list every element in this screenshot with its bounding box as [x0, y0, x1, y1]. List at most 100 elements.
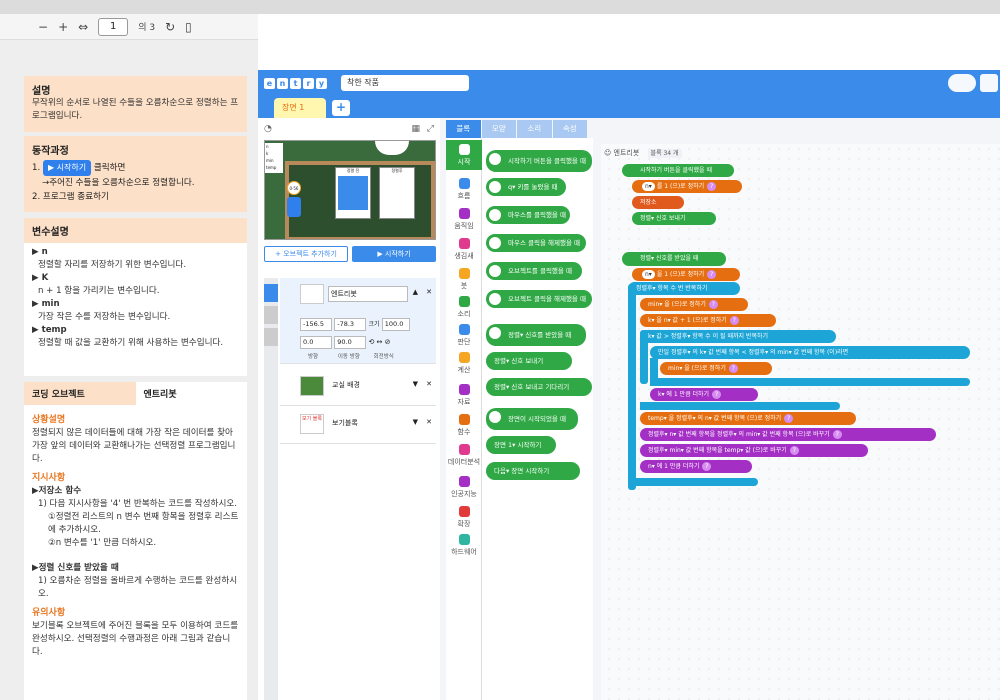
desc-section: 설명 무작위의 순서로 나열된 수들을 오름차순으로 정렬하는 프로그램입니다.: [24, 76, 247, 132]
code-block-repeat-outer[interactable]: 정렬후▾ 항목 수 번 반복하기: [628, 282, 740, 295]
category-calc[interactable]: 계산: [446, 352, 482, 375]
code-block-set-n-1[interactable]: n▾ 을 1 (으)로 정하기?: [632, 268, 740, 281]
category-ai[interactable]: 인공지능: [446, 476, 482, 499]
code-block-storage-function[interactable]: 저장소: [632, 196, 684, 209]
code-block-set-n[interactable]: n▾ 를 1 (으)로 정하기?: [632, 180, 742, 193]
code-block-start-clicked[interactable]: 시작하기 버튼을 클릭했을 때: [622, 164, 734, 177]
code-block-repeat-until[interactable]: k▾ 값 > 정렬후▾ 항목 수 이 될 때까지 반복하기: [640, 330, 836, 343]
direction-label: 이동 방향: [337, 354, 360, 360]
category-extension[interactable]: 확장: [446, 506, 482, 529]
code-block-set-min[interactable]: min▾ 을 (으)로 정하기?: [640, 298, 748, 311]
code-block-set-temp[interactable]: temp▾ 을 정렬후▾ 의 n▾ 값 번째 항목 (으)로 정하기?: [640, 412, 856, 425]
menu-icon[interactable]: [948, 74, 976, 92]
start-button-image: ▶ 시작하기: [42, 160, 92, 176]
code-block-set-min-temp[interactable]: 정렬후▾ min▾ 값 번째 항목을 temp▾ 값 (으)로 바꾸기?: [640, 444, 868, 457]
zoom-in-button[interactable]: +: [58, 20, 68, 34]
example-block-thumbnail: 보기 블록: [300, 414, 324, 434]
size-field[interactable]: 100.0: [381, 318, 410, 331]
code-block-set-k[interactable]: k▾ 을 n▾ 값 + 1 (으)로 정하기?: [640, 314, 776, 327]
project-name-input[interactable]: 착한 작품: [341, 75, 469, 91]
caution-title: 유의사항: [32, 608, 66, 618]
dropdown-icon[interactable]: ▼: [413, 418, 418, 426]
category-brush[interactable]: 붓: [446, 268, 482, 291]
collapse-icon[interactable]: ▲: [413, 288, 418, 296]
delete-icon[interactable]: ✕: [426, 288, 432, 296]
palette-block-start-clicked[interactable]: 시작하기 버튼을 클릭했을 때: [486, 150, 592, 172]
fit-width-icon[interactable]: ⇔: [78, 20, 88, 34]
category-motion[interactable]: 움직임: [446, 208, 482, 231]
palette-block-signal-receive[interactable]: 정렬▾ 신호를 받았을 때: [486, 324, 586, 346]
tab-sounds[interactable]: 소리: [517, 120, 552, 138]
category-function[interactable]: 함수: [446, 414, 482, 437]
delete-icon[interactable]: ✕: [426, 380, 432, 388]
object-tab-icon[interactable]: [264, 284, 278, 302]
stage-toolbar: ◔ ▦ ⤢: [264, 124, 436, 138]
y-field[interactable]: -78.3: [334, 318, 367, 331]
palette-block-next-scene[interactable]: 다음▾ 장면 시작하기: [486, 462, 580, 480]
tab-shapes[interactable]: 모양: [481, 120, 516, 138]
help-tab-icon[interactable]: [264, 306, 278, 324]
page-view-icon[interactable]: ▯: [185, 20, 192, 34]
speed-icon[interactable]: ◔: [264, 124, 272, 134]
var-k-desc: n + 1 항을 가리키는 변수입니다.: [38, 286, 160, 296]
resize-handle[interactable]: [593, 125, 601, 700]
x-field[interactable]: -156.5: [300, 318, 332, 331]
more-icon[interactable]: [980, 74, 998, 92]
instruction-2a: 1) 오름차순 정렬을 올바르게 수행하는 코드를 완성하시오.: [38, 576, 238, 599]
info-tab-icon[interactable]: [264, 328, 278, 346]
object-item-entrybot[interactable]: 엔트리봇 ▲ ✕ -156.5 -78.3 크기 100.0 0.0 90.0 …: [280, 278, 436, 364]
fullscreen-icon[interactable]: ⤢: [427, 124, 434, 134]
code-workspace[interactable]: ☺ 엔트리봇 블록 34 개 시작하기 버튼을 클릭했을 때 n▾ 를 1 (으)…: [594, 144, 1000, 700]
category-start[interactable]: 시작: [446, 140, 482, 170]
category-judge[interactable]: 판단: [446, 324, 482, 347]
rotation-field[interactable]: 0.0: [300, 336, 332, 349]
object-item-classroom[interactable]: 교실 배경 ▼ ✕: [280, 368, 436, 406]
palette-block-mouse-release[interactable]: 마우스 클릭을 해제했을 때: [486, 234, 586, 252]
dropdown-icon[interactable]: ▼: [413, 380, 418, 388]
object-name-field[interactable]: 엔트리봇: [328, 286, 408, 302]
palette-block-key-pressed[interactable]: q▾ 키를 눌렀을 때: [486, 178, 566, 196]
step-1-text: 클릭하면: [93, 163, 126, 173]
rotate-icon[interactable]: ↻: [165, 20, 175, 34]
category-flow[interactable]: 흐름: [446, 178, 482, 201]
block-categories: 시작 흐름 움직임 생김새 붓 소리 판단 계산 자료 함수 데이터분석 인공지…: [446, 138, 482, 700]
entrybot-sprite[interactable]: 0·56: [287, 181, 301, 195]
category-data[interactable]: 자료: [446, 384, 482, 407]
tab-entrybot[interactable]: 엔트리봇: [135, 382, 247, 405]
palette-block-scene-started[interactable]: 장면이 시작되었을 때: [486, 408, 578, 430]
process-step-2: 2. 프로그램 종료하기: [32, 192, 109, 202]
code-block-set-min-k[interactable]: min▾ 을 (으)로 정하기?: [660, 362, 772, 375]
stage-canvas[interactable]: 정렬 전 정렬후 n k min temp 0·56: [264, 140, 436, 240]
zoom-out-button[interactable]: −: [38, 20, 48, 34]
category-hardware[interactable]: 하드웨어: [446, 534, 482, 557]
code-block-add-k[interactable]: k▾ 에 1 만큼 더하기?: [650, 388, 758, 401]
direction-field[interactable]: 90.0: [334, 336, 367, 349]
rotate-mode-icon[interactable]: ⟲ ↔ ⊘: [368, 338, 390, 346]
tab-properties[interactable]: 속성: [552, 120, 587, 138]
category-data-analysis[interactable]: 데이터분석: [446, 444, 482, 467]
flag-decoration: [375, 141, 409, 155]
palette-block-start-scene[interactable]: 장면 1▾ 시작하기: [486, 436, 556, 454]
object-item-example-block[interactable]: 보기 블록 보기블록 ▼ ✕: [280, 406, 436, 444]
code-block-add-n[interactable]: n▾ 에 1 만큼 더하기?: [640, 460, 752, 473]
page-number-input[interactable]: 1: [98, 17, 129, 36]
tab-scene-1[interactable]: 장면 1 ✕: [274, 98, 326, 132]
start-button[interactable]: ▶ 시작하기: [352, 246, 436, 262]
grid-icon[interactable]: ▦: [411, 124, 420, 134]
category-looks[interactable]: 생김새: [446, 238, 482, 261]
code-block-if[interactable]: 만일 정렬후▾ 의 k▾ 값 번째 항목 < 정렬후▾ 의 min▾ 값 번째 …: [650, 346, 970, 359]
tab-blocks[interactable]: 블록: [446, 120, 481, 138]
add-object-button[interactable]: + 오브젝트 추가하기: [264, 246, 348, 262]
palette-block-object-click[interactable]: 오브젝트를 클릭했을 때: [486, 262, 582, 280]
delete-icon[interactable]: ✕: [426, 418, 432, 426]
palette-block-mouse-click[interactable]: 마우스를 클릭했을 때: [486, 206, 570, 224]
code-block-send-signal[interactable]: 정렬▾ 신호 보내기: [632, 212, 716, 225]
code-block-swap-n-min[interactable]: 정렬후▾ n▾ 값 번째 항목을 정렬후▾ 의 min▾ 값 번째 항목 (으)…: [640, 428, 936, 441]
tab-coding-object[interactable]: 코딩 오브젝트: [24, 382, 136, 405]
code-block-receive-signal[interactable]: 정렬▾ 신호를 받았을 때: [622, 252, 726, 266]
palette-block-signal-wait[interactable]: 정렬▾ 신호 보내고 기다리기: [486, 378, 592, 396]
add-scene-button[interactable]: +: [332, 100, 350, 116]
category-sound[interactable]: 소리: [446, 296, 482, 319]
palette-block-object-release[interactable]: 오브젝트 클릭을 해제했을 때: [486, 290, 592, 308]
palette-block-signal-send[interactable]: 정렬▾ 신호 보내기: [486, 352, 572, 370]
